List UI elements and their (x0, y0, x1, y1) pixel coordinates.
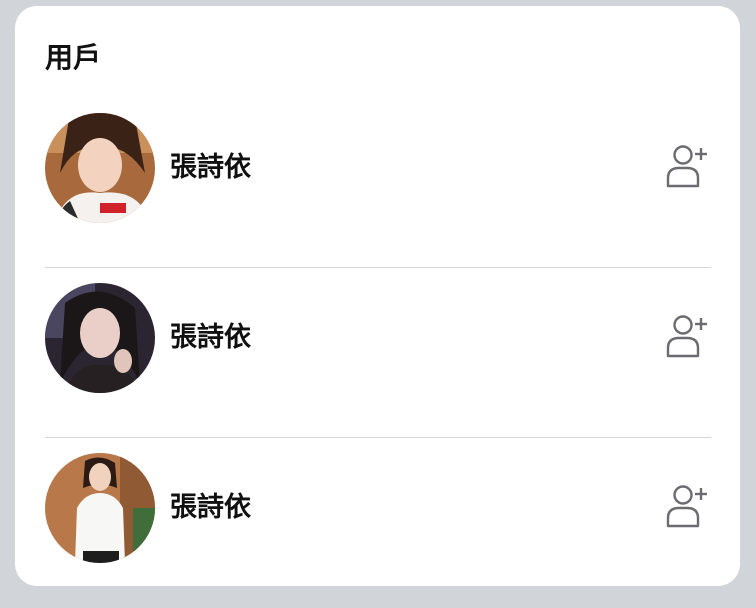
users-card: 用戶 張詩依 張詩依 張詩依 (15, 6, 740, 586)
user-name: 張詩依 (170, 322, 251, 353)
user-name: 張詩依 (170, 152, 251, 183)
user-row[interactable]: 張詩依 (45, 268, 711, 438)
user-row[interactable]: 張詩依 (45, 98, 711, 268)
user-photo-avatar (45, 113, 155, 223)
section-title: 用戶 (45, 41, 102, 74)
user-name: 張詩依 (170, 492, 251, 523)
avatar[interactable] (45, 283, 155, 393)
add-friend-button[interactable] (663, 481, 711, 531)
user-photo-avatar (45, 453, 155, 563)
avatar[interactable] (45, 113, 155, 223)
user-photo-avatar (45, 283, 155, 393)
user-list: 張詩依 張詩依 張詩依 (45, 98, 711, 608)
add-friend-button[interactable] (663, 141, 711, 191)
add-friend-button[interactable] (663, 311, 711, 361)
add-friend-icon (666, 485, 707, 528)
user-row[interactable]: 張詩依 (45, 438, 711, 608)
avatar[interactable] (45, 453, 155, 563)
add-friend-icon (666, 145, 707, 188)
add-friend-icon (666, 315, 707, 358)
